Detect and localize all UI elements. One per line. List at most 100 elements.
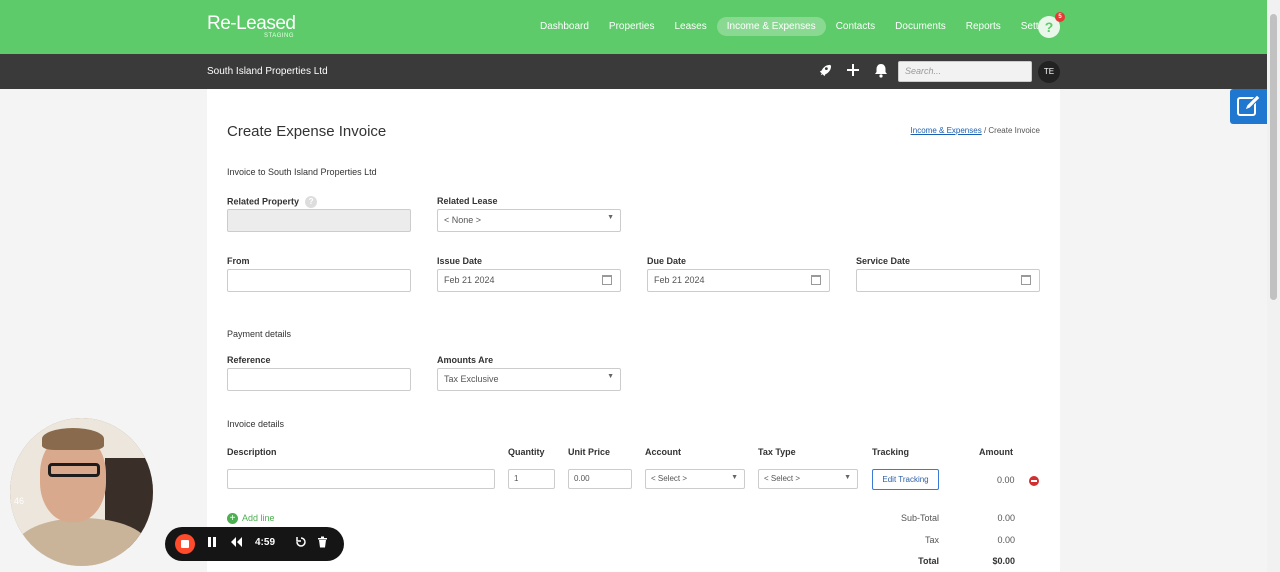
line-tax-type-select[interactable]: < Select > ▼ [758,469,858,489]
service-date-label: Service Date [856,256,911,266]
line-quantity-input[interactable]: 1 [508,469,555,489]
page-scrollbar[interactable] [1267,0,1280,572]
nav-leases[interactable]: Leases [665,17,717,36]
due-date-value: Feb 21 2024 [654,275,705,285]
from-label: From [227,256,250,266]
add-line-button[interactable]: + Add line [227,513,275,525]
company-name[interactable]: South Island Properties Ltd [207,66,328,77]
amounts-are-select[interactable]: Tax Exclusive ▼ [437,368,621,391]
calendar-icon[interactable] [1021,275,1031,285]
webcam-person-hair [42,428,104,450]
payment-details-heading: Payment details [227,329,292,339]
pause-icon[interactable] [207,536,217,553]
breadcrumb-current: Create Invoice [988,126,1040,135]
due-date-field[interactable]: Feb 21 2024 [647,269,830,292]
add-line-label: Add line [242,513,275,523]
search-input[interactable]: Search... [898,61,1032,82]
trash-icon[interactable] [317,536,328,553]
related-property-label-text: Related Property [227,196,300,207]
remove-line-icon[interactable] [1029,476,1039,486]
help-glyph: ? [1044,19,1054,35]
column-header-tax-type: Tax Type [758,447,796,457]
edit-icon [1237,94,1261,116]
tax-value: 0.00 [997,535,1015,545]
nav-documents[interactable]: Documents [885,17,956,36]
help-question-icon[interactable]: ? [305,196,318,208]
help-icon[interactable]: ? 5 [1038,12,1065,38]
nav-contacts[interactable]: Contacts [826,17,885,36]
chevron-down-icon: ▼ [607,214,614,221]
calendar-icon[interactable] [602,275,612,285]
webcam-overlay: 46 [10,418,153,566]
nav-income-expenses[interactable]: Income & Expenses [716,17,826,36]
issue-date-field[interactable]: Feb 21 2024 [437,269,621,292]
invoice-to-text: Invoice to South Island Properties Ltd [227,167,377,177]
rewind-icon[interactable] [230,536,243,553]
scrollbar-thumb[interactable] [1270,14,1277,300]
plus-icon[interactable] [846,63,860,80]
recording-controls: 4:59 [165,527,344,561]
calendar-icon[interactable] [811,275,821,285]
related-property-field[interactable] [227,209,411,232]
tax-label: Tax [924,535,939,545]
company-bar: South Island Properties Ltd Search... TE [0,54,1267,89]
bell-icon[interactable] [874,63,888,81]
total-label: Total [918,556,939,566]
column-header-amount: Amount [979,447,1013,457]
nav-reports[interactable]: Reports [956,17,1011,36]
user-avatar[interactable]: TE [1038,61,1060,83]
breadcrumb: Income & Expenses / Create Invoice [911,126,1040,135]
edit-tracking-button[interactable]: Edit Tracking [872,469,939,490]
logo-environment-label: STAGING [264,33,295,39]
top-navbar: Re-Leased STAGING Dashboard Properties L… [0,0,1267,54]
reference-field[interactable] [227,368,411,391]
breadcrumb-income-expenses-link[interactable]: Income & Expenses [911,126,982,135]
related-lease-select[interactable]: < None > ▼ [437,209,621,232]
invoice-details-heading: Invoice details [227,419,285,429]
line-account-value: < Select > [651,474,688,483]
column-header-description: Description [227,447,277,457]
edit-feedback-button[interactable] [1230,89,1267,124]
total-value: $0.00 [992,556,1015,566]
stop-recording-button[interactable] [175,534,195,554]
notification-count-badge: 5 [1055,12,1065,22]
nav-properties[interactable]: Properties [599,17,665,36]
chevron-down-icon: ▼ [844,474,851,481]
main-content: Create Expense Invoice Income & Expenses… [207,89,1060,572]
page-title: Create Expense Invoice [227,123,387,140]
chevron-down-icon: ▼ [607,373,614,380]
add-circle-icon: + [227,513,238,525]
line-tax-type-value: < Select > [764,474,801,483]
line-unit-price-input[interactable]: 0.00 [568,469,632,489]
line-account-select[interactable]: < Select > ▼ [645,469,745,489]
issue-date-label: Issue Date [437,256,483,266]
main-nav: Dashboard Properties Leases Income & Exp… [530,17,1067,36]
nav-dashboard[interactable]: Dashboard [530,17,599,36]
recording-timer: 4:59 [255,537,276,548]
issue-date-value: Feb 21 2024 [444,275,495,285]
reference-label: Reference [227,355,271,365]
app-logo[interactable]: Re-Leased STAGING [207,13,296,39]
restart-icon[interactable] [295,536,307,553]
chevron-down-icon: ▼ [731,474,738,481]
column-header-unit-price: Unit Price [568,447,611,457]
service-date-field[interactable] [856,269,1040,292]
amounts-are-value: Tax Exclusive [444,374,499,384]
due-date-label: Due Date [647,256,687,266]
related-lease-value: < None > [444,215,482,225]
line-amount: 0.00 [997,475,1015,485]
related-lease-label: Related Lease [437,196,498,206]
logo-text: Re-Leased [207,13,296,34]
sub-total-value: 0.00 [997,513,1015,523]
related-property-label: Related Property? [227,196,318,208]
sub-total-label: Sub-Total [900,513,939,523]
rocket-icon[interactable] [817,63,832,81]
line-description-input[interactable] [227,469,495,489]
webcam-overlay-number: 46 [14,496,25,506]
column-header-account: Account [645,447,681,457]
breadcrumb-separator: / [983,126,987,135]
column-header-quantity: Quantity [508,447,545,457]
amounts-are-label: Amounts Are [437,355,494,365]
from-field[interactable] [227,269,411,292]
webcam-person-glasses [48,463,100,477]
